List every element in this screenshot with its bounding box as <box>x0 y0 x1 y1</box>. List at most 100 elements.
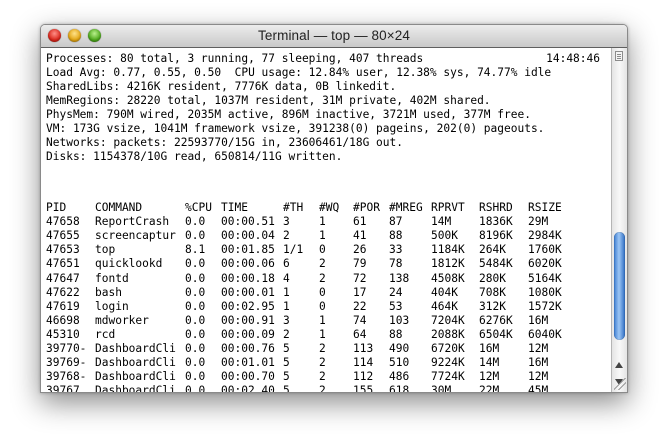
scroll-up-arrow-icon[interactable] <box>615 362 623 368</box>
cell-rshrd: 22M <box>479 384 500 392</box>
column-header-threads: #TH <box>283 201 304 214</box>
scrollbar-thumb[interactable] <box>614 232 625 340</box>
cell-mreg: 78 <box>389 257 403 271</box>
cell-pid: 47655 <box>46 229 80 243</box>
cell-pid: 47622 <box>46 285 80 299</box>
column-header-cpu: %CPU <box>185 201 212 214</box>
cell-threads: 1/1 <box>283 243 304 257</box>
cell-threads: 5 <box>283 370 290 384</box>
networks-line: Networks: packets: 22593770/15G in, 2360… <box>46 136 403 149</box>
cell-rprvt: 14M <box>431 215 452 229</box>
cell-time: 00:02.40 <box>221 384 275 392</box>
cell-rprvt: 464K <box>431 299 458 313</box>
cell-cpu: 0.0 <box>185 313 206 327</box>
cell-rsize: 1572K <box>528 299 562 313</box>
cell-threads: 1 <box>283 299 290 313</box>
cell-time: 00:00.91 <box>221 313 275 327</box>
cell-pid: 39767 <box>46 384 80 392</box>
cell-wq: 0 <box>319 243 326 257</box>
cell-mreg: 618 <box>389 384 410 392</box>
cell-command: screencaptur <box>95 229 176 243</box>
cell-ports: 17 <box>353 285 367 299</box>
cell-command: bash <box>95 285 122 299</box>
column-header-mreg: #MREG <box>389 201 423 214</box>
cell-command: DashboardCli <box>95 342 176 355</box>
cell-mreg: 53 <box>389 299 403 313</box>
column-header-rprvt: RPRVT <box>431 201 465 214</box>
cell-rsize: 12M <box>528 370 549 384</box>
cell-mreg: 24 <box>389 285 403 299</box>
cell-rprvt: 2088K <box>431 327 465 341</box>
cell-rprvt: 4508K <box>431 271 465 285</box>
cell-rsize: 6020K <box>528 257 562 271</box>
cell-ports: 72 <box>353 271 367 285</box>
cell-mreg: 88 <box>389 229 403 243</box>
cell-cpu: 0.0 <box>185 356 206 370</box>
cell-wq: 1 <box>319 229 326 243</box>
column-header-command: COMMAND <box>95 201 143 214</box>
cell-ports: 155 <box>353 384 374 392</box>
cell-ports: 41 <box>353 229 367 243</box>
cell-rsize: 1080K <box>528 285 562 299</box>
cell-wq: 1 <box>319 327 326 341</box>
cell-wq: 2 <box>319 342 326 355</box>
cell-cpu: 0.0 <box>185 327 206 341</box>
cell-rsize: 1760K <box>528 243 562 257</box>
cell-cpu: 0.0 <box>185 257 206 271</box>
cell-time: 00:00.01 <box>221 285 275 299</box>
cell-cpu: 0.0 <box>185 342 206 355</box>
terminal-window: Terminal — top — 80×24 Processes: 80 tot… <box>40 24 628 393</box>
cell-ports: 114 <box>353 356 374 370</box>
clock-readout: 14:48:46 <box>546 52 600 65</box>
cell-wq: 2 <box>319 384 326 392</box>
cell-wq: 1 <box>319 313 326 327</box>
physmem-line: PhysMem: 790M wired, 2035M active, 896M … <box>46 108 531 121</box>
cell-command: fontd <box>95 271 129 285</box>
sharedlibs-line: SharedLibs: 4216K resident, 7776K data, … <box>46 80 397 93</box>
load-line: Load Avg: 0.77, 0.55, 0.50 CPU usage: 12… <box>46 66 552 79</box>
cell-rshrd: 6504K <box>479 327 513 341</box>
cell-mreg: 87 <box>389 215 403 229</box>
cell-pid: 45310 <box>46 327 80 341</box>
cell-pid: 39770- <box>46 342 87 355</box>
cell-rprvt: 6720K <box>431 342 465 355</box>
cell-wq: 0 <box>319 299 326 313</box>
cell-cpu: 0.0 <box>185 384 206 392</box>
title-bar[interactable]: Terminal — top — 80×24 <box>41 25 627 48</box>
cell-rsize: 2984K <box>528 229 562 243</box>
vertical-scrollbar[interactable] <box>611 48 627 392</box>
cell-ports: 113 <box>353 342 374 355</box>
terminal-output[interactable]: Processes: 80 total, 3 running, 77 sleep… <box>41 48 612 392</box>
cell-threads: 5 <box>283 342 290 355</box>
cell-cpu: 0.0 <box>185 229 206 243</box>
cell-time: 00:02.95 <box>221 299 275 313</box>
cell-command: rcd <box>95 327 116 341</box>
cell-cpu: 0.0 <box>185 370 206 384</box>
cell-threads: 5 <box>283 384 290 392</box>
resize-grip-icon[interactable] <box>614 378 626 390</box>
cell-pid: 47647 <box>46 271 80 285</box>
cell-rprvt: 500K <box>431 229 458 243</box>
cell-rprvt: 1184K <box>431 243 465 257</box>
cell-command: DashboardCli <box>95 370 176 384</box>
cell-rshrd: 280K <box>479 271 506 285</box>
cell-wq: 2 <box>319 370 326 384</box>
disks-line: Disks: 1154378/10G read, 650814/11G writ… <box>46 150 343 163</box>
cell-pid: 39769- <box>46 356 87 370</box>
split-pane-icon[interactable] <box>615 51 623 61</box>
cell-ports: 74 <box>353 313 367 327</box>
cell-threads: 2 <box>283 327 290 341</box>
cell-rshrd: 1836K <box>479 215 513 229</box>
cell-mreg: 510 <box>389 356 410 370</box>
cell-cpu: 8.1 <box>185 243 206 257</box>
cell-rshrd: 6276K <box>479 313 513 327</box>
cell-threads: 2 <box>283 229 290 243</box>
cell-rprvt: 9224K <box>431 356 465 370</box>
window-title: Terminal — top — 80×24 <box>258 28 410 43</box>
cell-rprvt: 1812K <box>431 257 465 271</box>
cell-rsize: 29M <box>528 215 549 229</box>
cell-time: 00:00.70 <box>221 370 275 384</box>
cell-pid: 46698 <box>46 313 80 327</box>
cell-time: 00:00.18 <box>221 271 275 285</box>
cell-command: ReportCrash <box>95 215 170 229</box>
